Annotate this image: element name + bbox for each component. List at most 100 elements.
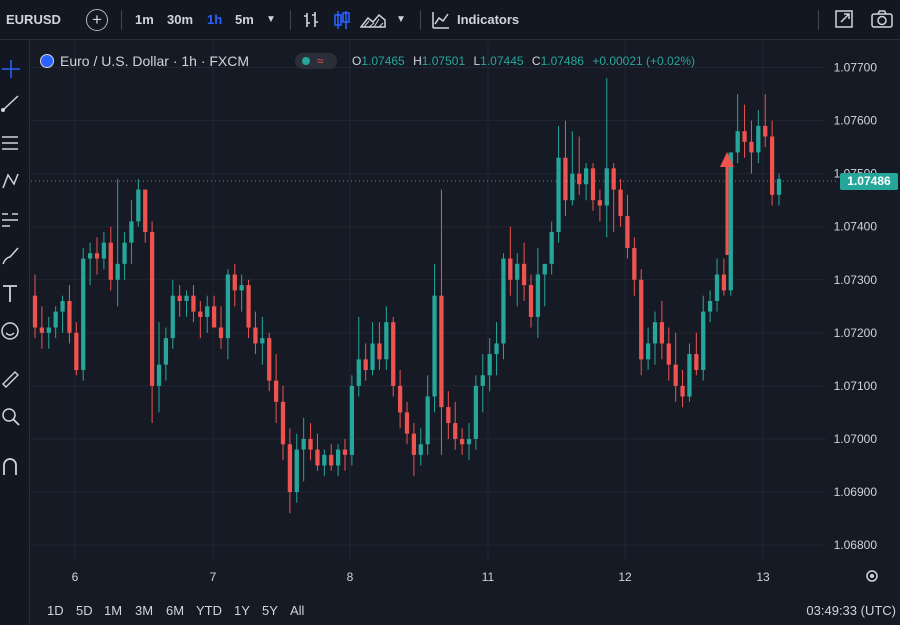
- fullscreen-icon[interactable]: [834, 9, 854, 29]
- trend-line-icon[interactable]: [0, 92, 22, 114]
- range-6m[interactable]: 6M: [166, 597, 184, 625]
- candle-body: [694, 354, 699, 370]
- candle-body: [329, 454, 334, 466]
- chart-style-chevron-down-icon[interactable]: ▼: [396, 0, 406, 40]
- zoom-icon[interactable]: [0, 406, 22, 428]
- candle-body: [625, 216, 630, 248]
- range-1d[interactable]: 1D: [47, 597, 64, 625]
- indicators-icon[interactable]: [431, 10, 451, 30]
- indicators-button[interactable]: Indicators: [457, 0, 519, 40]
- top-toolbar: EURUSD + 1m 30m 1h 5m ▼ ▼ Indicators: [0, 0, 900, 40]
- candle-body: [94, 253, 100, 259]
- bar-style-icon[interactable]: [302, 10, 322, 30]
- price-chart[interactable]: 1.077001.076001.075001.074001.073001.072…: [31, 41, 900, 625]
- toolbar-divider: [121, 10, 122, 30]
- timeframe-1h[interactable]: 1h: [207, 0, 222, 40]
- candle-body: [377, 343, 382, 360]
- candle-body: [363, 359, 368, 370]
- pattern-icon[interactable]: [0, 170, 22, 192]
- candle-body: [143, 189, 148, 233]
- range-1m[interactable]: 1M: [104, 597, 122, 625]
- candle-body: [397, 385, 403, 413]
- emoji-icon[interactable]: [0, 320, 22, 342]
- legend-title: Euro / U.S. Dollar · 1h · FXCM: [60, 53, 250, 69]
- prediction-icon[interactable]: [0, 208, 22, 230]
- fib-retracement-icon[interactable]: [0, 132, 22, 154]
- candle-body: [163, 338, 169, 365]
- candle-body: [673, 364, 678, 386]
- crosshair-icon[interactable]: [0, 58, 22, 80]
- market-status-badge[interactable]: ≈: [295, 53, 337, 69]
- candle-body: [349, 385, 355, 455]
- candle-body: [32, 295, 38, 328]
- ruler-icon[interactable]: [0, 367, 22, 389]
- candle-body: [521, 263, 527, 286]
- time-tick-label: 8: [347, 570, 354, 584]
- brush-icon[interactable]: [0, 245, 22, 267]
- candle-body: [287, 444, 293, 493]
- text-tool-icon[interactable]: [0, 283, 22, 305]
- candle-body: [701, 311, 706, 370]
- chart-legend: Euro / U.S. Dollar · 1h · FXCM: [40, 50, 249, 72]
- candle-body: [446, 407, 451, 424]
- timeframe-1m[interactable]: 1m: [135, 0, 154, 40]
- candle-body: [411, 433, 417, 455]
- candle-body: [170, 295, 175, 339]
- candle-body: [735, 131, 740, 153]
- timeframe-chevron-down-icon[interactable]: ▼: [266, 0, 276, 40]
- candle-body: [404, 412, 410, 434]
- symbol-flag-icon: [40, 54, 54, 68]
- utc-clock[interactable]: 03:49:33 (UTC): [806, 597, 896, 625]
- close-value: 1.07486: [540, 54, 584, 68]
- candle-body: [191, 295, 196, 312]
- magnet-icon[interactable]: [0, 456, 22, 478]
- candle-body: [583, 168, 589, 185]
- symbol-search[interactable]: EURUSD: [6, 0, 61, 40]
- candle-body: [87, 253, 93, 259]
- range-5d[interactable]: 5D: [76, 597, 93, 625]
- price-tick-label: 1.07700: [834, 61, 878, 75]
- candle-body: [74, 332, 79, 370]
- candle-body: [604, 168, 609, 206]
- range-3m[interactable]: 3M: [135, 597, 153, 625]
- candle-body: [101, 242, 107, 259]
- candle-body: [273, 380, 279, 402]
- candle-body: [680, 385, 685, 397]
- candle-body: [590, 168, 596, 201]
- toolbar-divider: [290, 10, 291, 30]
- candle-body: [308, 438, 313, 450]
- price-tick-label: 1.07000: [834, 432, 878, 446]
- timeframe-5m[interactable]: 5m: [235, 0, 254, 40]
- range-1y[interactable]: 1Y: [234, 597, 250, 625]
- candle-body: [769, 136, 775, 195]
- candle-body: [46, 327, 51, 333]
- camera-icon[interactable]: [871, 9, 893, 29]
- candle-body: [280, 401, 286, 445]
- candle-body: [466, 438, 472, 445]
- area-style-icon[interactable]: [360, 10, 386, 30]
- candle-body: [211, 306, 217, 328]
- candle-body: [418, 444, 423, 455]
- candles-style-icon[interactable]: [332, 9, 352, 31]
- open-label: O: [352, 54, 362, 68]
- candle-body: [432, 295, 437, 397]
- candle-body: [260, 338, 265, 344]
- candle-body: [267, 338, 272, 381]
- candle-body: [156, 364, 162, 386]
- candle-body: [728, 152, 733, 291]
- candle-body: [129, 221, 134, 243]
- range-all[interactable]: All: [290, 597, 304, 625]
- candle-body: [611, 168, 616, 190]
- compare-add-icon[interactable]: +: [86, 9, 108, 31]
- time-tick-label: 6: [72, 570, 79, 584]
- range-5y[interactable]: 5Y: [262, 597, 278, 625]
- candle-body: [184, 295, 189, 301]
- low-value: 1.07445: [480, 54, 524, 68]
- range-ytd[interactable]: YTD: [196, 597, 222, 625]
- timeframe-30m[interactable]: 30m: [167, 0, 193, 40]
- candle-body: [239, 285, 244, 291]
- candle-body: [453, 423, 458, 439]
- time-tick-label: 13: [756, 570, 770, 584]
- price-tick-label: 1.07200: [834, 326, 878, 340]
- change-value: +0.00021 (+0.02%): [592, 54, 696, 68]
